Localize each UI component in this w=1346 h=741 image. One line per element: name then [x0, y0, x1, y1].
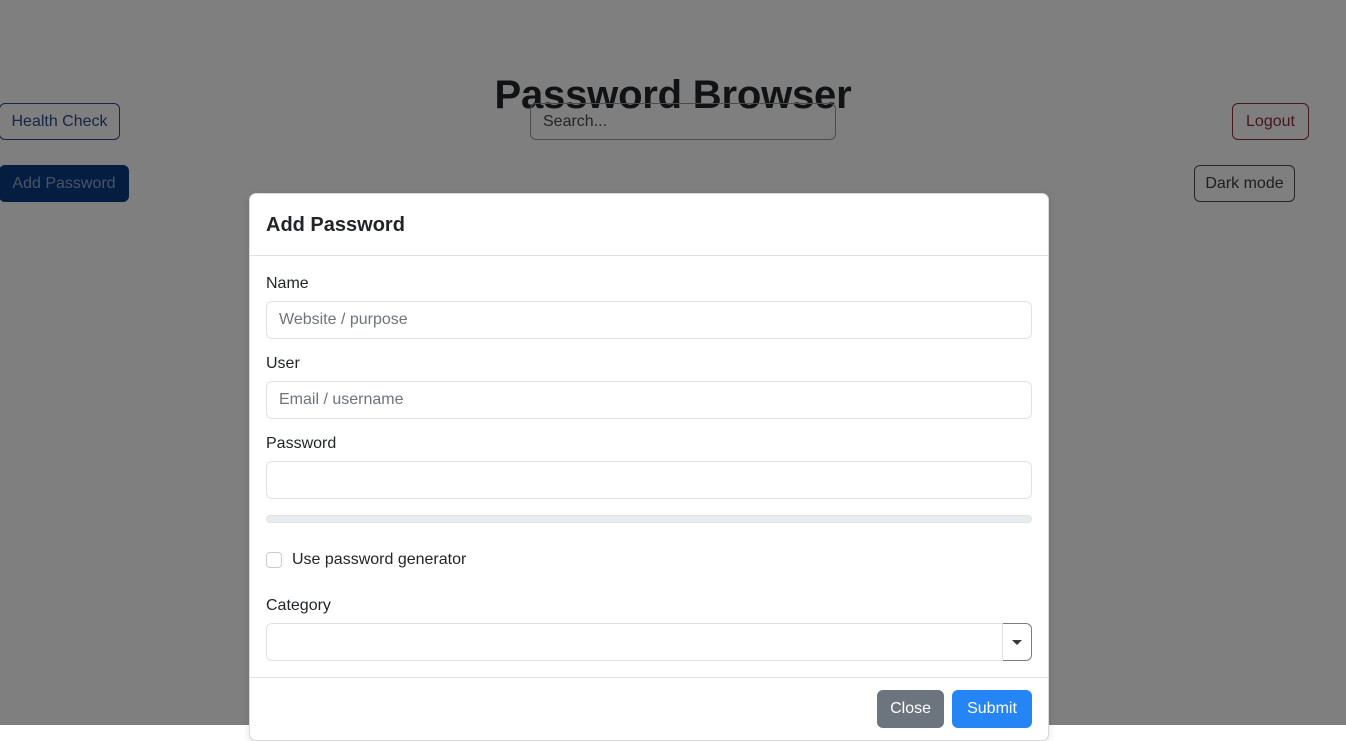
submit-button[interactable]: Submit — [952, 690, 1032, 728]
category-combobox — [266, 623, 1032, 661]
chevron-down-icon — [1012, 639, 1022, 645]
field-spacer — [266, 419, 1032, 432]
category-dropdown-toggle[interactable] — [1003, 623, 1032, 661]
category-input[interactable] — [266, 623, 1003, 661]
modal-title: Add Password — [266, 213, 405, 236]
password-label: Password — [266, 435, 337, 452]
user-input[interactable] — [266, 381, 1032, 419]
modal-header: Add Password — [250, 194, 1048, 256]
add-password-modal: Add Password Name User Password Use pass… — [249, 193, 1049, 741]
name-label: Name — [266, 275, 309, 292]
modal-body: Name User Password Use password generato… — [250, 256, 1048, 677]
name-input[interactable] — [266, 301, 1032, 339]
password-field-group: Password — [266, 432, 1032, 499]
password-strength-bar — [266, 515, 1032, 523]
use-password-generator-checkbox[interactable] — [266, 552, 282, 568]
category-label: Category — [266, 597, 331, 614]
category-field-group: Category — [266, 594, 1032, 661]
user-field-group: User — [266, 352, 1032, 419]
use-password-generator-row[interactable]: Use password generator — [266, 548, 1032, 572]
name-field-group: Name — [266, 272, 1032, 339]
close-button[interactable]: Close — [877, 690, 944, 728]
user-label: User — [266, 355, 300, 372]
use-password-generator-label[interactable]: Use password generator — [292, 548, 466, 572]
field-spacer — [266, 339, 1032, 352]
password-input[interactable] — [266, 461, 1032, 499]
